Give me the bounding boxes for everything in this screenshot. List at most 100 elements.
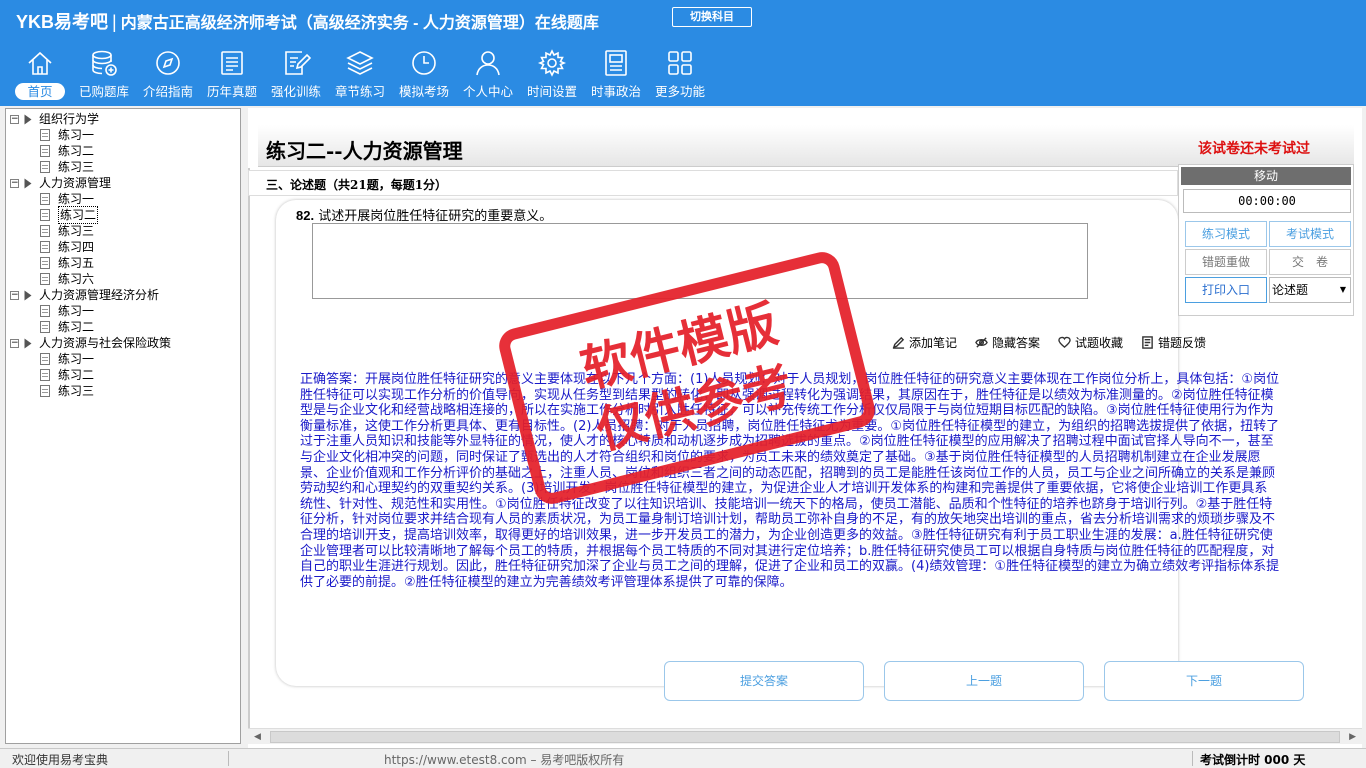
tree-item[interactable]: 练习二 [10, 319, 171, 335]
practice-mode-button[interactable]: 练习模式 [1185, 221, 1267, 247]
nav-chapter-practice[interactable]: 章节练习 [328, 48, 392, 104]
tree-item[interactable]: 练习四 [10, 239, 171, 255]
scrollbar-thumb[interactable] [270, 731, 1340, 743]
tree-group-hr-management[interactable]: − 人力资源管理 [10, 175, 171, 191]
hide-answer-button[interactable]: 隐藏答案 [975, 334, 1040, 351]
feedback-list-icon [1142, 336, 1153, 349]
clock-icon [412, 51, 436, 75]
document-icon [40, 225, 50, 237]
divider [248, 168, 250, 728]
document-icon [40, 353, 50, 365]
nav-label: 个人中心 [462, 84, 513, 99]
nav-current-affairs[interactable]: 时事政治 [584, 48, 648, 104]
exam-timer: 00:00:00 [1183, 189, 1351, 213]
scroll-left-icon[interactable]: ◀ [254, 732, 261, 742]
status-divider [1192, 751, 1193, 766]
question-type-select[interactable]: 论述题 ▼ [1269, 277, 1351, 303]
question-stem: 82. 试述开展岗位胜任特征研究的重要意义。 [296, 205, 552, 224]
tree-item[interactable]: 练习三 [10, 383, 171, 399]
question-tools: 添加笔记 隐藏答案 试题收藏 错题反馈 [892, 334, 1224, 351]
folder-icon [24, 290, 32, 300]
status-copyright: https://www.etest8.com – 易考吧版权所有 [384, 753, 625, 767]
heart-icon [1058, 336, 1071, 349]
document-icon [40, 145, 50, 157]
tree-item[interactable]: 练习一 [10, 191, 171, 207]
tree-item[interactable]: 练习二 [10, 367, 171, 383]
document-icon [40, 385, 50, 397]
redo-wrong-button[interactable]: 错题重做 [1185, 249, 1267, 275]
tree-item-selected[interactable]: 练习二 [10, 206, 171, 224]
tree-group-hr-economics[interactable]: − 人力资源管理经济分析 [10, 287, 171, 303]
nav-label: 章节练习 [334, 84, 385, 99]
exam-status-notice: 该试卷还未考试过 [1198, 141, 1310, 157]
tree-item[interactable]: 练习三 [10, 159, 171, 175]
logo: YKB易考吧 [16, 12, 109, 32]
exam-countdown: 考试倒计时 000 天 [1200, 753, 1306, 767]
print-entry-button[interactable]: 打印入口 [1185, 277, 1267, 303]
nav-label: 介绍指南 [142, 84, 193, 99]
document-icon [40, 321, 50, 333]
exam-mode-button[interactable]: 考试模式 [1269, 221, 1351, 247]
submit-paper-button[interactable]: 交 卷 [1269, 249, 1351, 275]
tree-item[interactable]: 练习二 [10, 143, 171, 159]
favorite-button[interactable]: 试题收藏 [1058, 334, 1123, 351]
home-icon [28, 51, 52, 75]
horizontal-scrollbar[interactable]: ◀ ▶ [248, 728, 1362, 744]
submit-answer-button[interactable]: 提交答案 [664, 661, 864, 701]
next-question-button[interactable]: 下一题 [1104, 661, 1304, 701]
nav-more[interactable]: 更多功能 [648, 48, 712, 104]
tree-item[interactable]: 练习六 [10, 271, 171, 287]
chapter-tree: − 组织行为学 练习一 练习二 练习三 − 人力资源管理 练习一 练习二 练习三 练… [5, 108, 241, 744]
error-feedback-button[interactable]: 错题反馈 [1141, 334, 1206, 351]
layers-icon [346, 51, 374, 75]
question-text: 试述开展岗位胜任特征研究的重要意义。 [318, 209, 553, 224]
main-nav: 首页 已购题库 介绍指南 历年真题 强化训练 章节练习 模拟考场 个人中心 时间… [8, 48, 712, 106]
collapse-icon[interactable]: − [10, 338, 19, 348]
tree-item[interactable]: 练习一 [10, 351, 171, 367]
add-note-button[interactable]: 添加笔记 [892, 334, 957, 351]
document-icon [40, 241, 50, 253]
folder-icon [24, 338, 32, 348]
nav-purchased[interactable]: 已购题库 [72, 48, 136, 104]
nav-time-settings[interactable]: 时间设置 [520, 48, 584, 104]
nav-label: 已购题库 [78, 84, 129, 99]
user-icon [476, 51, 500, 76]
collapse-icon[interactable]: − [10, 290, 19, 300]
tree-item[interactable]: 练习一 [10, 127, 171, 143]
status-bar: 欢迎使用易考宝典 https://www.etest8.com – 易考吧版权所… [0, 748, 1366, 768]
folder-icon [24, 114, 32, 124]
document-icon [40, 369, 50, 381]
nav-home[interactable]: 首页 [8, 48, 72, 104]
nav-past-papers[interactable]: 历年真题 [200, 48, 264, 104]
scroll-right-icon[interactable]: ▶ [1349, 732, 1356, 742]
chevron-down-icon: ▼ [1339, 285, 1346, 294]
status-welcome: 欢迎使用易考宝典 [12, 753, 109, 767]
tree-item[interactable]: 练习五 [10, 255, 171, 271]
nav-training[interactable]: 强化训练 [264, 48, 328, 104]
tree-item[interactable]: 练习三 [10, 223, 171, 239]
exam-title: 内蒙古正高级经济师考试（高级经济实务 - 人力资源管理）在线题库 [120, 15, 599, 32]
paper-title: 练习二--人力资源管理 [266, 139, 463, 163]
database-plus-icon [92, 50, 117, 76]
nav-label: 时事政治 [590, 84, 641, 99]
document-icon [40, 161, 50, 173]
app-header: YKB易考吧 | 内蒙古正高级经济师考试（高级经济实务 - 人力资源管理）在线题库 … [0, 0, 1366, 106]
nav-label: 首页 [15, 83, 65, 100]
grid-icon [668, 51, 692, 75]
nav-personal[interactable]: 个人中心 [456, 48, 520, 104]
control-panel: 移动 00:00:00 练习模式 考试模式 错题重做 交 卷 打印入口 论述题 ▼ [1178, 164, 1354, 316]
document-list-icon [221, 51, 243, 75]
tree-group-org-behavior[interactable]: − 组织行为学 [10, 111, 171, 127]
nav-guide[interactable]: 介绍指南 [136, 48, 200, 104]
brand-separator: | [112, 12, 117, 32]
panel-move-handle[interactable]: 移动 [1181, 167, 1351, 185]
document-icon [40, 129, 50, 141]
collapse-icon[interactable]: − [10, 178, 19, 188]
collapse-icon[interactable]: − [10, 114, 19, 124]
nav-mock-exam[interactable]: 模拟考场 [392, 48, 456, 104]
document-edit-icon [40, 209, 50, 221]
previous-question-button[interactable]: 上一题 [884, 661, 1084, 701]
switch-subject-button[interactable]: 切换科目 [672, 7, 752, 27]
tree-group-social-insurance[interactable]: − 人力资源与社会保险政策 [10, 335, 171, 351]
tree-item[interactable]: 练习一 [10, 303, 171, 319]
